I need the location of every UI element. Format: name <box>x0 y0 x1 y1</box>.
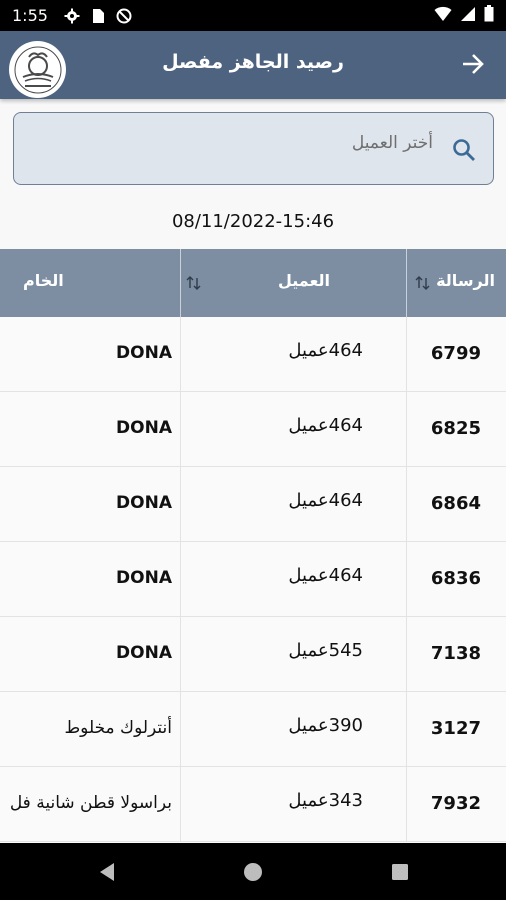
table-row[interactable]: 6836 464عميل DONA <box>0 542 506 617</box>
nav-home-icon[interactable] <box>242 861 264 883</box>
search-placeholder: أختر العميل <box>351 133 433 153</box>
cell-message: 6864 <box>430 493 481 514</box>
cell-raw: DONA <box>116 568 172 588</box>
table-row[interactable]: 6799 464عميل DONA <box>0 317 506 392</box>
table-row[interactable]: 7932 343عميل براسولا قطن شانية فل <box>0 767 506 842</box>
cell-divider <box>180 542 181 616</box>
search-icon[interactable] <box>451 137 477 163</box>
battery-icon <box>484 5 494 26</box>
column-divider <box>406 249 407 317</box>
cell-divider <box>406 392 407 466</box>
cell-divider <box>406 692 407 766</box>
cell-raw: DONA <box>116 343 172 363</box>
cell-divider <box>180 767 181 841</box>
signal-icon <box>460 6 476 26</box>
cell-divider <box>406 542 407 616</box>
wifi-icon <box>434 6 452 26</box>
cell-raw: براسولا قطن شانية فل <box>9 793 172 813</box>
cell-raw: DONA <box>116 643 172 663</box>
column-label-raw: الخام <box>23 271 64 290</box>
cell-divider <box>180 692 181 766</box>
app-bar: رصيد الجاهز مفصل <box>0 31 506 99</box>
cell-customer: 464عميل <box>288 565 363 586</box>
column-header-customer[interactable]: العميل <box>180 249 406 317</box>
table-row[interactable]: 7138 545عميل DONA <box>0 617 506 692</box>
cell-raw: DONA <box>116 493 172 513</box>
cell-customer: 464عميل <box>288 490 363 511</box>
page-title: رصيد الجاهز مفصل <box>162 51 344 73</box>
table-row[interactable]: 6825 464عميل DONA <box>0 392 506 467</box>
cell-customer: 464عميل <box>288 415 363 436</box>
report-timestamp: 08/11/2022-15:46 <box>171 211 335 232</box>
cell-divider <box>406 617 407 691</box>
cell-divider <box>180 617 181 691</box>
customer-search-input[interactable]: أختر العميل <box>13 112 494 185</box>
sort-icon[interactable] <box>184 273 204 293</box>
sim-card-icon <box>90 8 106 24</box>
cell-divider <box>406 767 407 841</box>
sort-icon[interactable] <box>413 273 433 293</box>
arrow-right-icon[interactable] <box>460 51 486 77</box>
column-header-message[interactable]: الرسالة <box>406 249 506 317</box>
gear-icon <box>64 8 80 24</box>
column-header-raw[interactable]: الخام <box>0 249 180 317</box>
cell-customer: 464عميل <box>288 340 363 361</box>
nav-recents-icon[interactable] <box>389 861 411 883</box>
cell-customer: 343عميل <box>288 790 363 811</box>
cell-message: 6799 <box>430 343 481 364</box>
cell-message: 3127 <box>430 718 481 739</box>
cell-message: 7932 <box>430 793 481 814</box>
table-body: 6799 464عميل DONA 6825 464عميل DONA 6864… <box>0 317 506 843</box>
cell-customer: 545عميل <box>288 640 363 661</box>
status-time: 1:55 <box>12 6 48 25</box>
table-row[interactable]: 6864 464عميل DONA <box>0 467 506 542</box>
cell-divider <box>406 317 407 391</box>
cell-raw: أنترلوك مخلوط <box>64 718 172 738</box>
cell-divider <box>180 317 181 391</box>
cell-customer: 390عميل <box>288 715 363 736</box>
nav-back-icon[interactable] <box>96 861 118 883</box>
cell-divider <box>180 392 181 466</box>
screen: 1:55 رصيد الجاهز مفصل أختر العميل 08/11/… <box>0 0 506 900</box>
cell-divider <box>406 467 407 541</box>
table-header: الرسالة العميل الخام <box>0 249 506 317</box>
cell-message: 7138 <box>430 643 481 664</box>
cell-raw: DONA <box>116 418 172 438</box>
column-divider <box>180 249 181 317</box>
system-nav-bar <box>0 843 506 900</box>
table-row[interactable]: 3127 390عميل أنترلوك مخلوط <box>0 692 506 767</box>
column-label-message: الرسالة <box>436 271 495 290</box>
status-bar: 1:55 <box>0 0 506 31</box>
cell-divider <box>180 467 181 541</box>
cell-message: 6836 <box>430 568 481 589</box>
column-label-customer: العميل <box>277 271 330 290</box>
do-not-disturb-icon <box>116 8 132 24</box>
cell-message: 6825 <box>430 418 481 439</box>
